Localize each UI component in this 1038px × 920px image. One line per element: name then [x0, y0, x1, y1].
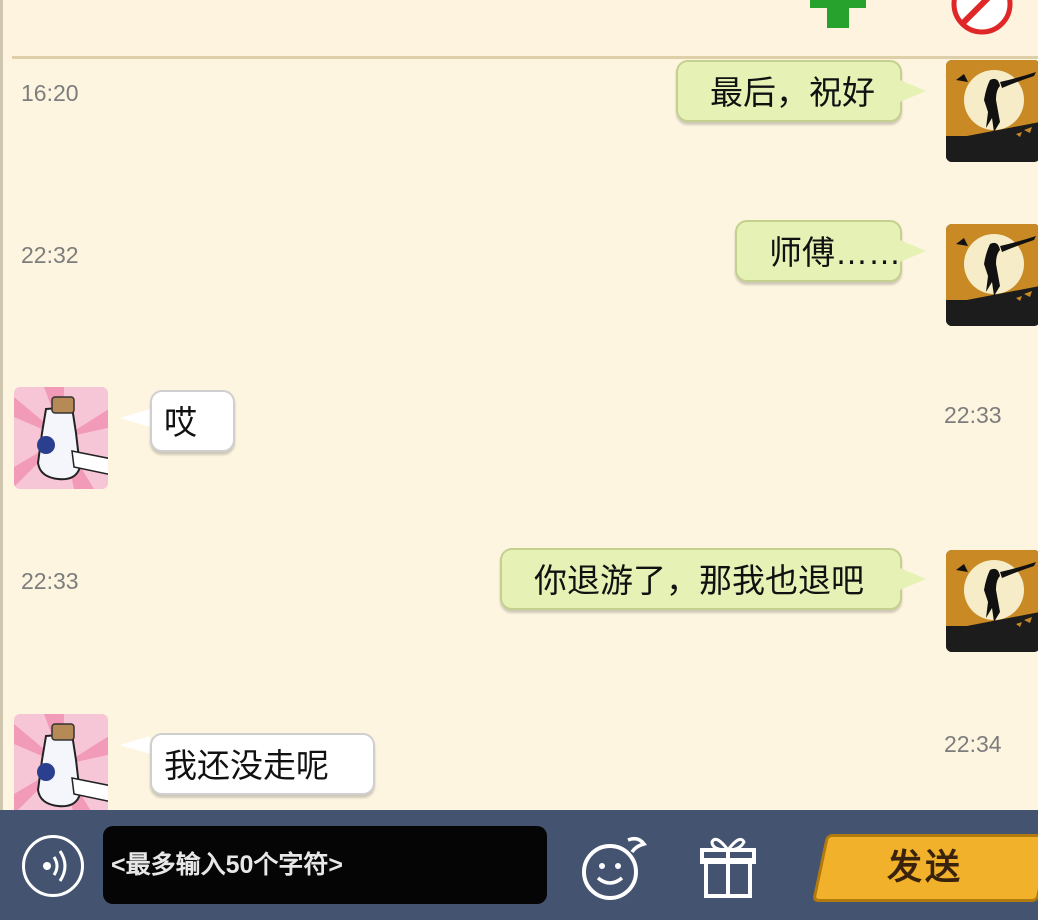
message-input[interactable] — [103, 826, 547, 904]
header-divider — [12, 56, 1038, 59]
block-icon[interactable] — [948, 0, 1016, 36]
my-avatar[interactable] — [946, 224, 1038, 326]
voice-button[interactable] — [22, 835, 84, 897]
bubble-tail — [900, 240, 926, 262]
message-time: 22:33 — [21, 568, 79, 594]
message-text: 师傅…… — [769, 234, 901, 271]
send-button[interactable]: 发送 — [812, 834, 1038, 902]
message-text: 哎 — [164, 404, 197, 441]
message-row: 22:33 你退游了，那我也退吧 — [0, 548, 1038, 652]
add-friend-icon[interactable] — [810, 0, 866, 28]
bottle-avatar-icon — [14, 714, 108, 810]
message-text: 我还没走呢 — [164, 747, 329, 784]
top-bar — [0, 0, 1038, 58]
send-label: 发送 — [886, 848, 963, 887]
emoji-button[interactable] — [580, 830, 650, 902]
my-message-bubble[interactable]: 师傅…… — [735, 220, 902, 282]
message-time: 16:20 — [21, 80, 79, 106]
message-row: 16:20 最后，祝好 — [0, 60, 1038, 164]
message-row: 我还没走呢 22:34 — [0, 713, 1038, 810]
bubble-tail — [900, 80, 926, 102]
gift-icon — [700, 837, 756, 898]
bottle-avatar-icon — [14, 387, 108, 489]
my-avatar[interactable] — [946, 60, 1038, 162]
moon-silhouette-avatar-icon — [946, 224, 1038, 326]
gift-button[interactable] — [700, 830, 756, 902]
their-message-bubble[interactable]: 我还没走呢 — [150, 733, 375, 795]
composer-bar: 发送 — [0, 810, 1038, 920]
chat-message-list[interactable]: 16:20 最后，祝好 22:32 师傅…… 哎 22:33 22:33 你退游… — [0, 60, 1038, 810]
moon-silhouette-avatar-icon — [946, 550, 1038, 652]
voice-icon — [43, 850, 67, 882]
message-time: 22:32 — [21, 242, 79, 268]
bubble-tail — [120, 736, 150, 754]
my-message-bubble[interactable]: 最后，祝好 — [676, 60, 902, 122]
their-avatar[interactable] — [14, 714, 108, 810]
my-message-bubble[interactable]: 你退游了，那我也退吧 — [500, 548, 902, 610]
bubble-tail — [120, 409, 150, 427]
message-time: 22:34 — [944, 731, 1002, 757]
message-text: 最后，祝好 — [710, 74, 875, 111]
message-text: 你退游了，那我也退吧 — [534, 562, 864, 599]
my-avatar[interactable] — [946, 550, 1038, 652]
emoji-icon — [582, 836, 647, 900]
message-row: 哎 22:33 — [0, 386, 1038, 490]
message-time: 22:33 — [944, 402, 1002, 428]
their-message-bubble[interactable]: 哎 — [150, 390, 235, 452]
moon-silhouette-avatar-icon — [946, 60, 1038, 162]
their-avatar[interactable] — [14, 387, 108, 489]
message-row: 22:32 师傅…… — [0, 220, 1038, 326]
bubble-tail — [900, 568, 926, 590]
